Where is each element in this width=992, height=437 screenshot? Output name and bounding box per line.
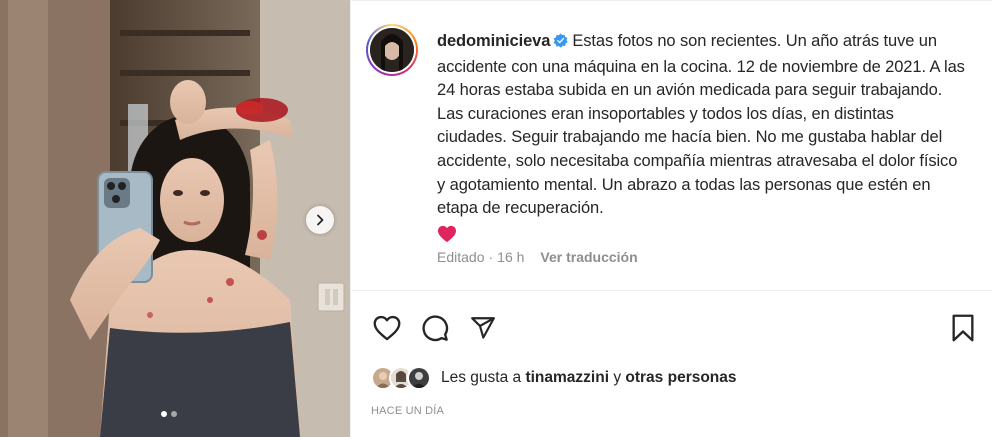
others-link[interactable]: otras personas: [625, 369, 736, 386]
translate-link[interactable]: Ver traducción: [540, 249, 637, 265]
red-heart-icon: [437, 225, 967, 251]
liker-username[interactable]: tinamazzini: [525, 369, 609, 386]
chevron-right-icon: [317, 214, 324, 226]
caption-block: dedominicieva Estas fotos no son reciente…: [437, 30, 967, 250]
save-button[interactable]: [947, 312, 979, 344]
caption: dedominicieva Estas fotos no son reciente…: [437, 30, 967, 250]
bookmark-icon: [952, 314, 974, 342]
paper-plane-icon: [471, 317, 495, 339]
caption-meta: Editado · 16 h Ver traducción: [437, 249, 638, 265]
edited-label: Editado: [437, 249, 485, 265]
post-side-panel: dedominicieva Estas fotos no son reciente…: [350, 0, 992, 437]
heart-outline-icon: [373, 315, 401, 341]
action-bar: [371, 312, 499, 344]
carousel-dots: [161, 411, 177, 417]
time-ago[interactable]: 16 h: [497, 249, 524, 265]
comment-button[interactable]: [419, 312, 451, 344]
post-media[interactable]: [0, 0, 350, 437]
like-button[interactable]: [371, 312, 403, 344]
liker-avatar: [407, 366, 431, 390]
carousel-dot-active: [161, 411, 167, 417]
post-date[interactable]: HACE UN DÍA: [371, 405, 444, 417]
likes-conjunction: y: [613, 369, 622, 386]
avatar-image: [370, 28, 414, 72]
comment-bubble-icon: [422, 315, 449, 342]
meta-separator: ·: [488, 249, 494, 265]
likes-text: Les gusta a tinamazzini y otras personas: [441, 369, 737, 387]
actions-divider: [351, 290, 992, 291]
post-photo: [0, 0, 350, 437]
author-avatar[interactable]: [366, 24, 418, 76]
likes-prefix: Les gusta a: [441, 369, 522, 386]
carousel-dot: [171, 411, 177, 417]
liker-avatars[interactable]: [371, 366, 431, 390]
share-button[interactable]: [467, 312, 499, 344]
likes-row: Les gusta a tinamazzini y otras personas: [371, 366, 737, 390]
caption-text: Estas fotos no son recientes. Un año atr…: [437, 32, 965, 218]
verified-badge-icon: [553, 32, 568, 56]
top-divider: [351, 0, 992, 1]
author-username[interactable]: dedominicieva: [437, 32, 550, 50]
carousel-next-button[interactable]: [306, 206, 334, 234]
instagram-post: dedominicieva Estas fotos no son reciente…: [0, 0, 992, 437]
